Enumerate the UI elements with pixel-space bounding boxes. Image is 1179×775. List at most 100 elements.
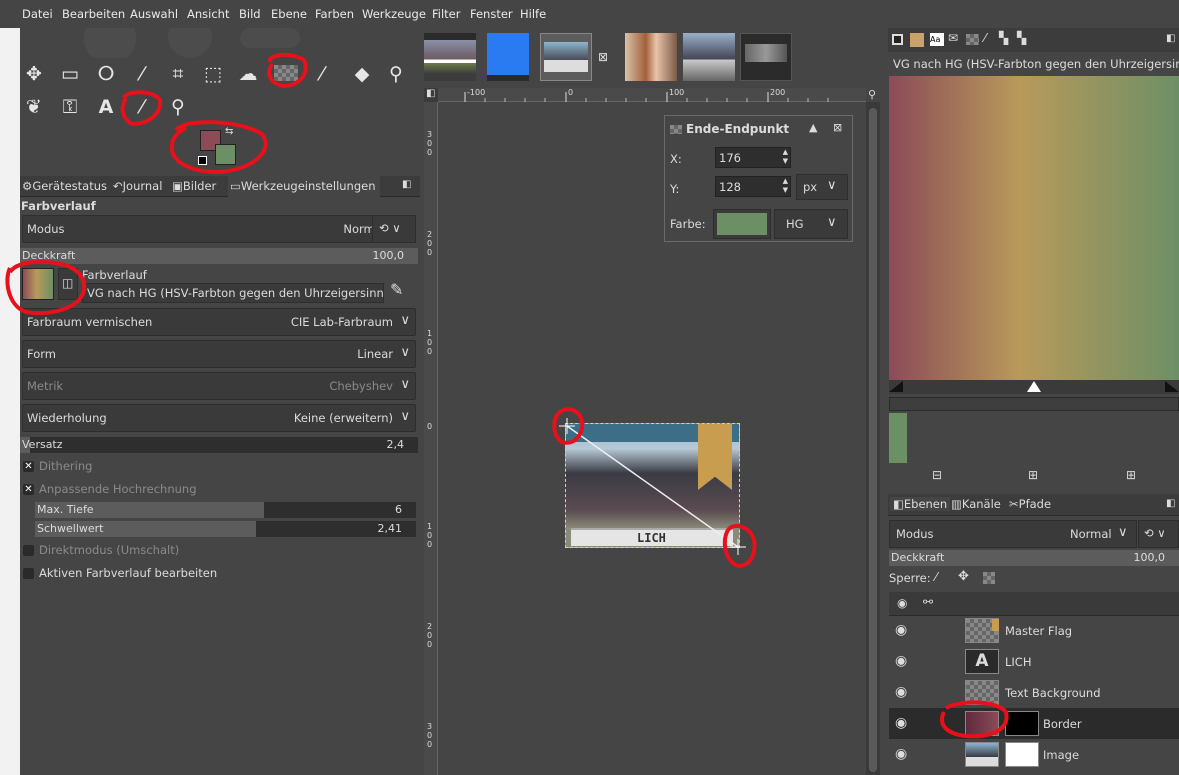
tab-device-status[interactable]: ⚙Gerätestatus <box>22 176 107 197</box>
shape-value[interactable]: Linear <box>357 347 393 361</box>
tab-images[interactable]: ▣Bilder <box>172 176 216 197</box>
layer-name[interactable]: Text Background <box>1005 686 1101 700</box>
layer-row[interactable]: ◉ Text Background <box>889 677 1179 708</box>
color-dialog-icon[interactable] <box>892 34 903 45</box>
paint-dynamics-icon[interactable]: ▚ <box>1017 31 1026 45</box>
brushes-icon[interactable]: ⁄ <box>984 31 986 45</box>
tool-presets-icon[interactable]: ▚ <box>999 31 1008 45</box>
menu-filters[interactable]: Filter <box>432 7 460 21</box>
eye-icon[interactable]: ◉ <box>895 653 907 669</box>
dock-menu-icon[interactable]: ◧ <box>402 179 411 190</box>
image-tab-thumbnail[interactable] <box>625 33 677 81</box>
menu-view[interactable]: Ansicht <box>187 7 229 21</box>
close-icon[interactable]: ⊠ <box>598 50 608 64</box>
layer-row-selected[interactable]: ◉ Border <box>889 708 1179 739</box>
tab-tool-options[interactable]: ▭Werkzeugeinstellungen <box>228 176 380 197</box>
crop-tool-icon[interactable]: ⌗ <box>166 63 190 85</box>
x-input[interactable]: 176 ▲ ▼ <box>715 147 791 168</box>
layer-name[interactable]: Image <box>1043 748 1079 762</box>
layer-row[interactable]: ◉ Master Flag <box>889 615 1179 646</box>
threshold-slider[interactable]: Schwellwert 2,41 <box>35 521 416 537</box>
background-color-swatch[interactable] <box>215 144 236 165</box>
gradient-preview-button[interactable] <box>22 268 54 300</box>
pin-icon[interactable]: ▲ <box>809 121 817 134</box>
move-tool-icon[interactable]: ✥ <box>22 63 46 85</box>
unit-select[interactable]: px ∨ <box>796 174 848 200</box>
gradient-tool-icon[interactable] <box>274 65 298 81</box>
gradient-name-field[interactable]: VG nach HG (HSV-Farbton gegen den Uhrzei… <box>82 283 384 303</box>
reverse-gradient-button[interactable]: ◫ <box>58 268 78 300</box>
gradient-editor-preview[interactable] <box>889 76 1179 382</box>
repeat-value[interactable]: Keine (erweitern) <box>294 411 393 425</box>
blend-space-row[interactable]: Farbraum vermischen CIE Lab-Farbraum ∨ <box>22 308 416 336</box>
tab-journal[interactable]: ↶Journal <box>113 176 162 197</box>
instant-mode-checkbox[interactable] <box>23 545 34 556</box>
gradient-stop-handles[interactable] <box>889 380 1179 394</box>
layer-mode-row[interactable]: Modus Normal ∨ <box>889 520 1137 548</box>
eye-icon[interactable]: ◉ <box>895 746 907 762</box>
edit-gradient-icon[interactable]: ✎ <box>390 280 403 299</box>
menu-layer[interactable]: Ebene <box>271 7 307 21</box>
opacity-slider[interactable]: Deckkraft 100,0 <box>20 248 418 264</box>
lock-pixels-icon[interactable]: ⁄ <box>935 570 937 584</box>
menu-tools[interactable]: Werkzeuge <box>362 7 426 21</box>
fonts-icon[interactable]: Aa <box>930 33 944 46</box>
default-colors-icon[interactable] <box>198 156 207 165</box>
zoom-out-icon[interactable]: ⊟ <box>932 468 942 482</box>
tab-layers[interactable]: ◧Ebenen <box>890 497 951 511</box>
layer-row[interactable]: ◉ A LICH <box>889 646 1179 677</box>
blend-space-value[interactable]: CIE Lab-Farbraum <box>291 315 393 329</box>
clone-tool-icon[interactable]: ⚲ <box>384 63 408 85</box>
eye-icon[interactable]: ◉ <box>895 622 907 638</box>
offset-slider[interactable]: Versatz 2,4 <box>20 437 418 453</box>
eye-icon[interactable]: ◉ <box>895 684 907 700</box>
zoom-all-icon[interactable]: ⊞ <box>1126 468 1136 482</box>
menu-colors[interactable]: Farben <box>315 7 354 21</box>
layer-mode-value[interactable]: Normal <box>1070 527 1112 541</box>
image-tab-thumbnail[interactable] <box>683 33 735 81</box>
layer-name[interactable]: Master Flag <box>1005 624 1072 638</box>
image-tab-thumbnail[interactable] <box>487 33 529 81</box>
fuzzy-select-tool-icon[interactable]: ⁄ <box>130 63 154 85</box>
color-source-select[interactable]: HG ∨ <box>774 209 848 239</box>
shape-row[interactable]: Form Linear ∨ <box>22 340 416 368</box>
layer-opacity-slider[interactable]: Deckkraft 100,0 <box>889 550 1179 566</box>
color-picker-tool-icon[interactable]: ⁄ <box>130 96 154 118</box>
warp-tool-icon[interactable]: ☁ <box>236 63 260 85</box>
repeat-row[interactable]: Wiederholung Keine (erweitern) ∨ <box>22 404 416 432</box>
y-input[interactable]: 128 ▲ ▼ <box>715 176 791 197</box>
eraser-tool-icon[interactable]: ◆ <box>350 63 374 85</box>
mode-row[interactable]: Modus Normal ∨ <box>22 215 416 243</box>
layer-name[interactable]: Border <box>1043 717 1082 731</box>
gradients-tab-icon[interactable] <box>966 34 979 45</box>
endpoint-color-button[interactable] <box>713 209 771 239</box>
menu-file[interactable]: Datei <box>22 7 53 21</box>
layer-row[interactable]: ◉ Image <box>889 739 1179 770</box>
menu-image[interactable]: Bild <box>239 7 261 21</box>
free-select-tool-icon[interactable]: ⵔ <box>94 63 118 85</box>
tab-paths[interactable]: ✂Pfade <box>1009 497 1051 511</box>
eye-icon[interactable]: ◉ <box>895 715 907 731</box>
paintbrush-tool-icon[interactable]: ⁄ <box>310 63 334 85</box>
image-tab-thumbnail[interactable] <box>740 33 792 81</box>
zoom-tool-icon[interactable]: ⚲ <box>166 96 190 118</box>
close-icon[interactable]: ⊠ <box>833 121 842 134</box>
menu-select[interactable]: Auswahl <box>130 7 178 21</box>
menu-edit[interactable]: Bearbeiten <box>62 7 125 21</box>
max-depth-slider[interactable]: Max. Tiefe 6 <box>35 502 416 518</box>
gradient-scrollbar[interactable] <box>889 397 1179 411</box>
zoom-in-icon[interactable]: ⊞ <box>1028 468 1038 482</box>
tab-channels[interactable]: ▥Kanäle <box>951 497 1001 511</box>
unified-transform-tool-icon[interactable]: ⬚ <box>201 63 225 85</box>
adaptive-checkbox[interactable]: ✕ <box>23 484 34 495</box>
mode-reset-button[interactable]: ⟲ ∨ <box>372 215 416 243</box>
text-tool-icon[interactable]: A <box>94 96 118 118</box>
menu-help[interactable]: Hilfe <box>520 7 546 21</box>
scrollbar-thumb[interactable] <box>869 108 877 772</box>
layer-name[interactable]: LICH <box>1005 655 1031 669</box>
lock-alpha-icon[interactable] <box>983 572 995 584</box>
spin-arrows-icon[interactable]: ▲ ▼ <box>783 177 788 195</box>
layer-mode-reset-button[interactable]: ⟲ ∨ <box>1138 520 1179 548</box>
dithering-checkbox[interactable]: ✕ <box>23 461 34 472</box>
document-history-icon[interactable]: ✉ <box>948 31 958 45</box>
